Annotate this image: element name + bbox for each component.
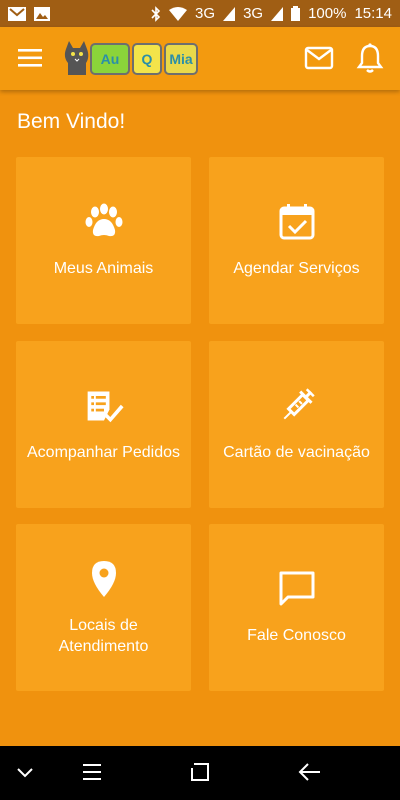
menu-button[interactable] bbox=[16, 45, 44, 71]
nav-collapse-button[interactable] bbox=[16, 766, 34, 784]
welcome-heading: Bem Vindo! bbox=[17, 110, 126, 133]
battery-icon bbox=[291, 6, 301, 21]
clock: 15:14 bbox=[354, 5, 392, 22]
back-arrow-icon bbox=[298, 763, 320, 781]
tile-fale-conosco[interactable]: Fale Conosco bbox=[209, 524, 384, 691]
tile-label: Meus Animais bbox=[53, 260, 154, 277]
tile-label: Acompanhar Pedidos bbox=[27, 444, 180, 461]
messages-button[interactable] bbox=[304, 45, 334, 71]
tile-label: Locais de Atendimento bbox=[58, 616, 149, 655]
battery-level: 100% bbox=[308, 5, 347, 22]
bell-icon bbox=[356, 43, 384, 73]
logo-q-block: Q bbox=[132, 43, 162, 75]
nav-back-button[interactable] bbox=[298, 762, 322, 787]
tile-cartao-vacinacao[interactable]: Cartão de vacinação bbox=[209, 341, 384, 508]
nav-menu-button[interactable] bbox=[82, 762, 102, 787]
gmail-icon bbox=[8, 6, 26, 21]
status-bar: 3G 3G 100% 15:14 bbox=[0, 0, 400, 27]
tile-label: Fale Conosco bbox=[247, 627, 346, 644]
chevron-down-icon bbox=[17, 768, 33, 778]
tile-label: Agendar Serviços bbox=[233, 260, 360, 277]
logo-mia-block: Mia bbox=[164, 43, 198, 75]
network-type-2: 3G bbox=[243, 5, 264, 22]
cat-mascot-icon bbox=[64, 41, 89, 75]
app-bar: Au Q Mia bbox=[0, 27, 400, 90]
logo-au-block: Au bbox=[90, 43, 130, 75]
signal-icon bbox=[223, 6, 236, 21]
tile-label: Cartão de vacinação bbox=[223, 444, 370, 461]
wifi-icon bbox=[169, 6, 188, 21]
mail-icon bbox=[304, 46, 334, 70]
tile-acompanhar-pedidos[interactable]: Acompanhar Pedidos bbox=[16, 341, 191, 508]
app-logo: Au Q Mia bbox=[60, 39, 198, 79]
checklist-icon bbox=[84, 386, 124, 426]
calendar-check-icon bbox=[277, 202, 317, 242]
location-pin-icon bbox=[84, 559, 124, 599]
menu-lines-icon bbox=[83, 764, 101, 780]
tile-agendar-servicos[interactable]: Agendar Serviços bbox=[209, 157, 384, 324]
system-nav-bar bbox=[0, 746, 400, 800]
nav-home-button[interactable] bbox=[190, 762, 210, 787]
hamburger-menu-icon bbox=[18, 49, 42, 67]
paw-icon bbox=[84, 202, 124, 242]
square-home-icon bbox=[191, 763, 209, 781]
tile-locais-atendimento[interactable]: Locais de Atendimento bbox=[16, 524, 191, 691]
network-type-1: 3G bbox=[195, 5, 216, 22]
bluetooth-icon bbox=[151, 5, 161, 22]
tile-meus-animais[interactable]: Meus Animais bbox=[16, 157, 191, 324]
gallery-icon bbox=[34, 6, 50, 21]
syringe-icon bbox=[277, 386, 317, 426]
chat-bubble-icon bbox=[277, 569, 317, 609]
notifications-button[interactable] bbox=[356, 42, 384, 74]
signal-icon-2 bbox=[271, 6, 284, 21]
